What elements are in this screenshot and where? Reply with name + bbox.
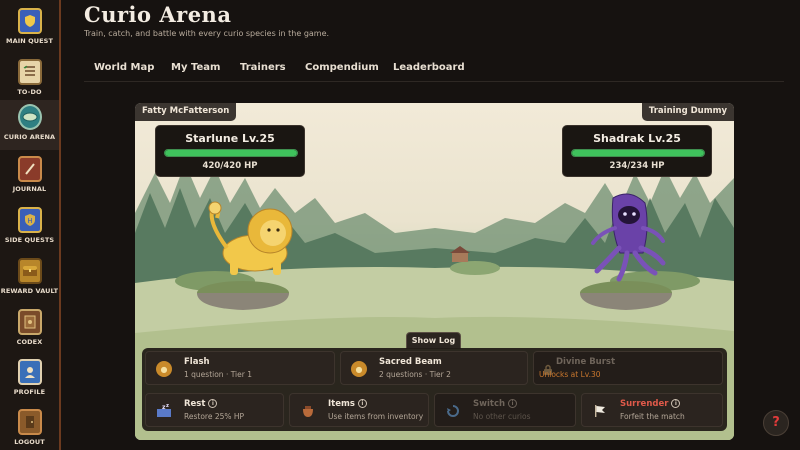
checklist-icon <box>17 59 42 85</box>
sidebar-item-label: LOGOUT <box>14 438 45 446</box>
opponent-hp-text: 234/234 HP <box>609 161 665 171</box>
opponent-curio-name: Shadrak Lv.25 <box>593 132 681 145</box>
svg-text:z: z <box>166 403 169 409</box>
surrender-button[interactable]: Surrender i Forfeit the match <box>581 393 723 427</box>
items-label: Items <box>328 399 355 409</box>
action-title: Items i <box>328 399 367 409</box>
door-exit-icon <box>17 409 42 435</box>
codex-book-icon <box>17 309 42 335</box>
battle-arena: Fatty McFatterson Training Dummy Starlun… <box>135 103 734 440</box>
sidebar-item-codex[interactable]: CODEX <box>0 305 59 355</box>
rest-label: Rest <box>184 399 206 409</box>
sidebar-item-label: TO-DO <box>17 88 42 96</box>
white-flag-icon <box>592 403 608 419</box>
side-quest-shield-icon: H <box>17 207 42 233</box>
opponent-hp-fill <box>572 150 704 156</box>
sidebar-item-main-quest[interactable]: MAIN QUEST <box>0 4 59 54</box>
sidebar-item-curio-arena[interactable]: CURIO ARENA <box>0 100 59 150</box>
player-curio-name: Starlune Lv.25 <box>185 132 275 145</box>
surrender-label: Surrender <box>620 399 669 409</box>
action-title: Surrender i <box>620 399 681 409</box>
move-unlock-text: Unlocks at Lv.30 <box>539 370 601 379</box>
action-subtitle: No other curios <box>473 412 531 421</box>
shield-crest-icon <box>17 8 42 34</box>
sidebar-item-journal[interactable]: JOURNAL <box>0 152 59 202</box>
tab-my-team[interactable]: My Team <box>171 62 220 73</box>
move-subtitle: 2 questions · Tier 2 <box>379 370 451 379</box>
action-subtitle: Use items from inventory <box>328 412 424 421</box>
tab-trainers[interactable]: Trainers <box>240 62 286 73</box>
rest-button[interactable]: zz Rest i Restore 25% HP <box>145 393 284 427</box>
quill-book-icon <box>17 156 42 182</box>
player-hp-card: Starlune Lv.25 420/420 HP <box>155 125 305 177</box>
sidebar-item-label: REWARD VAULT <box>0 287 59 295</box>
arena-icon <box>17 104 42 130</box>
tab-world-map[interactable]: World Map <box>94 62 154 73</box>
info-icon[interactable]: i <box>671 399 681 408</box>
treasure-chest-icon <box>17 258 42 284</box>
rest-sleep-icon: zz <box>156 403 172 419</box>
help-button[interactable]: ? <box>763 410 789 436</box>
sacred-beam-move-button[interactable]: ● Sacred Beam 2 questions · Tier 2 <box>340 351 528 385</box>
action-title: Rest i <box>184 399 218 409</box>
action-subtitle: Restore 25% HP <box>184 412 245 421</box>
info-icon[interactable]: i <box>357 399 367 408</box>
sidebar-item-reward-vault[interactable]: REWARD VAULT <box>0 254 59 304</box>
sidebar-item-label: JOURNAL <box>12 185 47 193</box>
opponent-hp-card: Shadrak Lv.25 234/234 HP <box>562 125 712 177</box>
move-title: Sacred Beam <box>379 357 442 367</box>
nav-tabs: World Map My Team Trainers Compendium Le… <box>84 60 784 82</box>
move-title: Flash <box>184 357 210 367</box>
opponent-trainer-tag: Training Dummy <box>641 103 734 121</box>
action-title: Switch i <box>473 399 518 409</box>
sidebar-item-to-do[interactable]: TO-DO <box>0 55 59 105</box>
sidebar-item-label: PROFILE <box>13 388 46 396</box>
switch-label: Switch <box>473 399 506 409</box>
action-panel: ● Flash 1 question · Tier 1 ● Sacred Bea… <box>142 348 727 431</box>
opponent-hp-bar <box>571 149 705 157</box>
move-coin-icon: ● <box>156 361 172 377</box>
sidebar-item-side-quests[interactable]: H SIDE QUESTS <box>0 203 59 253</box>
tab-leaderboard[interactable]: Leaderboard <box>393 62 465 73</box>
svg-text:H: H <box>27 217 32 225</box>
sidebar-item-label: SIDE QUESTS <box>4 236 55 244</box>
flash-move-button[interactable]: ● Flash 1 question · Tier 1 <box>145 351 335 385</box>
player-hp-fill <box>165 150 297 156</box>
tab-compendium[interactable]: Compendium <box>305 62 379 73</box>
sidebar-item-profile[interactable]: PROFILE <box>0 355 59 405</box>
switch-arrows-icon <box>445 403 461 419</box>
show-log-button[interactable]: Show Log <box>406 332 461 349</box>
player-hp-bar <box>164 149 298 157</box>
item-bag-icon <box>300 403 316 419</box>
sidebar-item-logout[interactable]: LOGOUT <box>0 405 59 450</box>
info-icon[interactable]: i <box>508 399 518 408</box>
move-coin-icon: ● <box>351 361 367 377</box>
divine-burst-move-button[interactable]: Divine Burst Unlocks at Lv.30 <box>533 351 723 385</box>
items-button[interactable]: Items i Use items from inventory <box>289 393 429 427</box>
player-hp-text: 420/420 HP <box>202 161 258 171</box>
page-title: Curio Arena <box>84 2 232 27</box>
sidebar-item-label: CODEX <box>16 338 43 346</box>
page-subtitle: Train, catch, and battle with every curi… <box>84 29 330 38</box>
info-icon[interactable]: i <box>208 399 218 408</box>
sidebar-item-label: CURIO ARENA <box>3 133 56 141</box>
move-subtitle: 1 question · Tier 1 <box>184 370 252 379</box>
sidebar: MAIN QUEST TO-DO CURIO ARENA JOURNAL H S… <box>0 0 61 450</box>
action-subtitle: Forfeit the match <box>620 412 685 421</box>
player-trainer-tag: Fatty McFatterson <box>135 103 237 121</box>
switch-button[interactable]: Switch i No other curios <box>434 393 576 427</box>
sidebar-item-label: MAIN QUEST <box>6 37 53 45</box>
profile-portrait-icon <box>17 359 42 385</box>
move-title: Divine Burst <box>556 357 616 367</box>
